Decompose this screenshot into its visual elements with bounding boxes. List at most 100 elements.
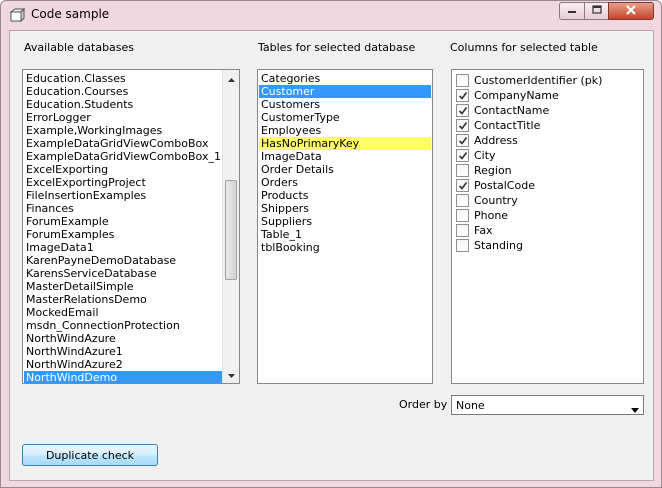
database-item[interactable]: ExcelExporting xyxy=(24,163,222,176)
app-window-icon xyxy=(9,7,26,23)
database-item[interactable]: ExampleDataGridViewComboBox xyxy=(24,137,222,150)
order-by-value: None xyxy=(456,399,485,412)
database-item[interactable]: ExcelExportingProject xyxy=(24,176,222,189)
database-item[interactable]: msdn_ConnectionProtection xyxy=(24,319,222,332)
columns-label: Columns for selected table xyxy=(450,41,598,54)
column-item[interactable]: CustomerIdentifier (pk) xyxy=(456,73,602,88)
table-item[interactable]: Orders xyxy=(259,176,431,189)
database-item[interactable]: NorthWindDemo xyxy=(24,371,222,383)
database-item[interactable]: ForumExample xyxy=(24,215,222,228)
title-bar[interactable]: Code sample xyxy=(1,1,661,29)
column-item[interactable]: Phone xyxy=(456,208,508,223)
databases-listbox[interactable]: Education.Classes Education.Courses Educat… xyxy=(22,69,240,384)
database-item[interactable]: ForumExamples xyxy=(24,228,222,241)
database-item[interactable]: ExampleDataGridViewComboBox_1 xyxy=(24,150,222,163)
databases-label: Available databases xyxy=(24,41,135,54)
table-item[interactable]: Suppliers xyxy=(259,215,431,228)
column-label: Region xyxy=(474,164,512,177)
table-item[interactable]: Categories xyxy=(259,72,431,85)
column-checkbox[interactable] xyxy=(456,164,469,177)
table-item[interactable]: ImageData xyxy=(259,150,431,163)
column-item[interactable]: Country xyxy=(456,193,518,208)
column-label: CustomerIdentifier (pk) xyxy=(474,74,603,87)
table-item[interactable]: HasNoPrimaryKey xyxy=(259,137,431,150)
table-item[interactable]: Order Details xyxy=(259,163,431,176)
chevron-up-icon xyxy=(228,72,235,85)
maximize-button[interactable] xyxy=(584,2,609,20)
column-checkbox[interactable] xyxy=(456,209,469,222)
close-button[interactable] xyxy=(608,2,654,20)
table-item[interactable]: Employees xyxy=(259,124,431,137)
order-by-select[interactable]: None xyxy=(451,395,644,415)
column-label: Phone xyxy=(474,209,509,222)
column-item[interactable]: Fax xyxy=(456,223,493,238)
order-by-label: Order by xyxy=(399,398,448,411)
table-item[interactable]: Customers xyxy=(259,98,431,111)
database-item[interactable]: Finances xyxy=(24,202,222,215)
column-label: Country xyxy=(474,194,518,207)
client-area: Available databases Tables for selected … xyxy=(9,30,654,481)
database-item[interactable]: KarensServiceDatabase xyxy=(24,267,222,280)
database-item[interactable]: Education.Courses xyxy=(24,85,222,98)
column-checkbox[interactable] xyxy=(456,239,469,252)
column-checkbox[interactable] xyxy=(456,194,469,207)
column-checkbox[interactable] xyxy=(456,149,469,162)
database-item[interactable]: Education.Classes xyxy=(24,72,222,85)
column-label: ContactTitle xyxy=(474,119,541,132)
minimize-button[interactable] xyxy=(559,2,585,20)
database-item[interactable]: MockedEmail xyxy=(24,306,222,319)
column-item[interactable]: ContactTitle xyxy=(456,118,540,133)
scroll-down-arrow[interactable] xyxy=(223,366,239,383)
tables-label: Tables for selected database xyxy=(258,41,416,54)
column-item[interactable]: City xyxy=(456,148,496,163)
column-item[interactable]: PostalCode xyxy=(456,178,535,193)
column-label: City xyxy=(474,149,496,162)
app-window: Code sample Available databases Tables f… xyxy=(0,0,662,488)
column-checkbox[interactable] xyxy=(456,74,469,87)
column-checkbox[interactable] xyxy=(456,179,469,192)
column-label: ContactName xyxy=(474,104,550,117)
column-checkbox[interactable] xyxy=(456,134,469,147)
database-item[interactable]: ErrorLogger xyxy=(24,111,222,124)
maximize-icon xyxy=(591,4,602,18)
column-item[interactable]: Standing xyxy=(456,238,523,253)
column-label: Fax xyxy=(474,224,493,237)
database-item[interactable]: NorthWindAzure xyxy=(24,332,222,345)
database-item[interactable]: NorthWindAzure1 xyxy=(24,345,222,358)
table-item[interactable]: tblBooking xyxy=(259,241,431,254)
column-label: Standing xyxy=(474,239,524,252)
scroll-thumb[interactable] xyxy=(225,180,237,280)
table-item[interactable]: Products xyxy=(259,189,431,202)
database-item[interactable]: FileInsertionExamples xyxy=(24,189,222,202)
close-icon xyxy=(625,4,637,19)
tables-listbox[interactable]: Categories Customer Customers CustomerType E… xyxy=(257,69,433,384)
database-item[interactable]: MasterDetailSimple xyxy=(24,280,222,293)
column-checkbox[interactable] xyxy=(456,224,469,237)
table-item[interactable]: Customer xyxy=(259,85,431,98)
table-item[interactable]: Table_1 xyxy=(259,228,431,241)
column-item[interactable]: CompanyName xyxy=(456,88,559,103)
column-item[interactable]: Region xyxy=(456,163,512,178)
column-item[interactable]: ContactName xyxy=(456,103,549,118)
duplicate-check-button[interactable]: Duplicate check xyxy=(22,444,158,466)
column-checkbox[interactable] xyxy=(456,119,469,132)
window-title: Code sample xyxy=(31,7,110,21)
column-label: CompanyName xyxy=(474,89,559,102)
database-item[interactable]: Education.Students xyxy=(24,98,222,111)
table-item[interactable]: Shippers xyxy=(259,202,431,215)
column-checkbox[interactable] xyxy=(456,104,469,117)
chevron-down-icon xyxy=(228,368,235,381)
column-item[interactable]: Address xyxy=(456,133,518,148)
scroll-up-arrow[interactable] xyxy=(223,70,239,87)
database-item[interactable]: Example,WorkingImages xyxy=(24,124,222,137)
columns-checklist[interactable]: CustomerIdentifier (pk) CompanyName Contac… xyxy=(451,69,644,384)
database-item[interactable]: NorthWindAzure2 xyxy=(24,358,222,371)
database-item[interactable]: ImageData1 xyxy=(24,241,222,254)
database-item[interactable]: KarenPayneDemoDatabase xyxy=(24,254,222,267)
column-checkbox[interactable] xyxy=(456,89,469,102)
chevron-down-icon xyxy=(631,403,639,416)
databases-scrollbar[interactable] xyxy=(222,70,239,383)
database-item[interactable]: MasterRelationsDemo xyxy=(24,293,222,306)
column-label: Address xyxy=(474,134,518,147)
table-item[interactable]: CustomerType xyxy=(259,111,431,124)
